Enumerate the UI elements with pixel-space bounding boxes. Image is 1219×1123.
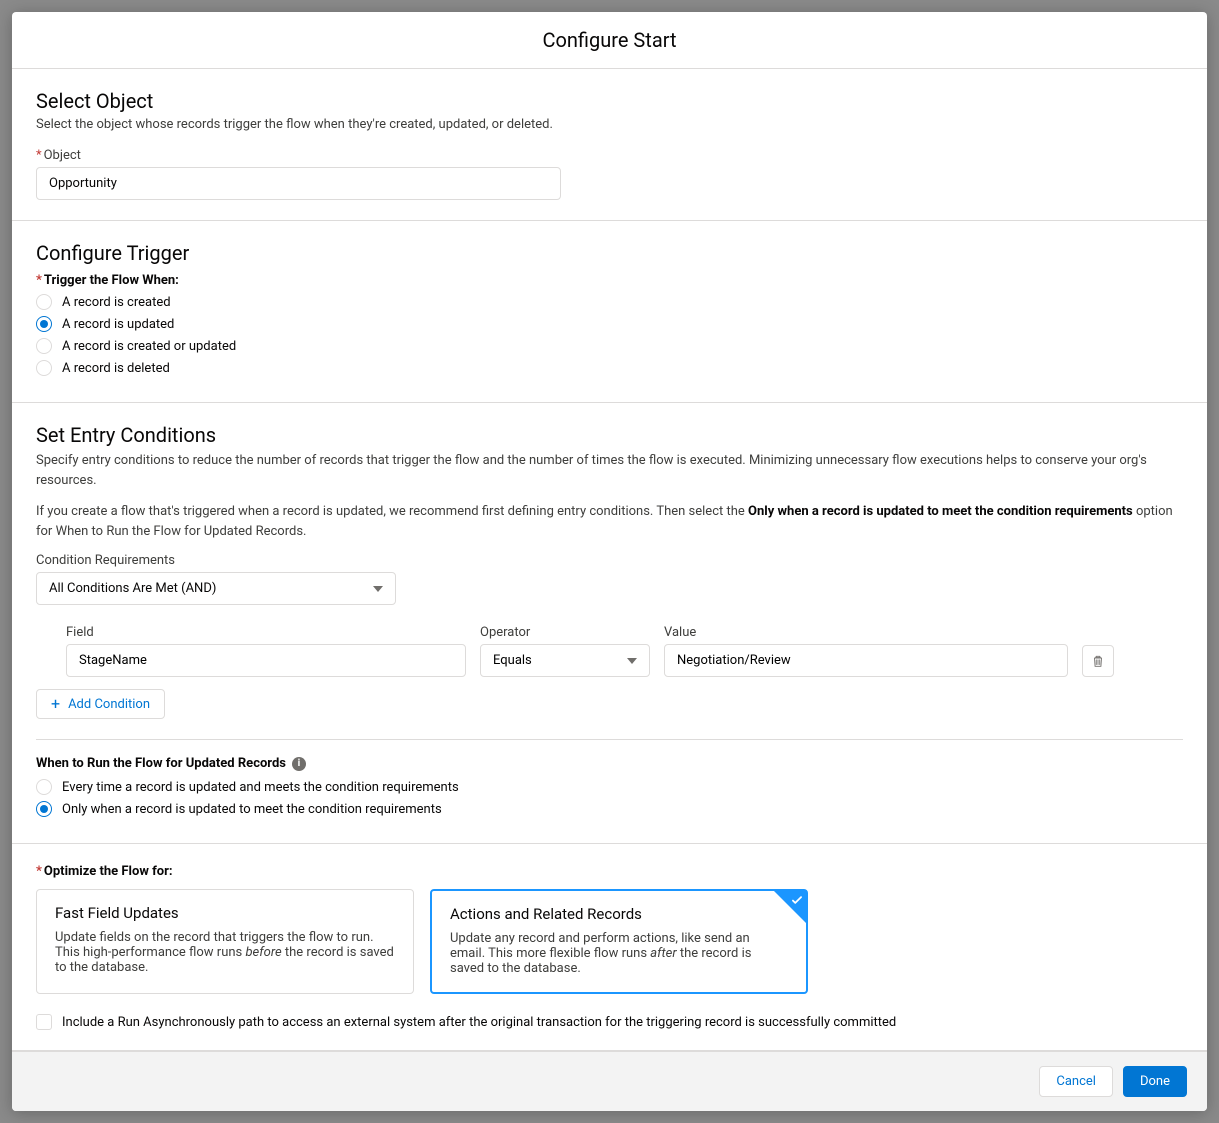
when-run-option-every-time[interactable]: Every time a record is updated and meets… — [36, 779, 1183, 795]
modal-footer: Cancel Done — [12, 1051, 1207, 1111]
optimize-cards: Fast Field Updates Update fields on the … — [36, 889, 1183, 994]
trigger-radio-group: A record is created A record is updated … — [36, 294, 1183, 376]
check-icon — [790, 893, 804, 907]
cancel-button[interactable]: Cancel — [1039, 1066, 1113, 1097]
object-label: *Object — [36, 148, 1183, 163]
trigger-radio-updated[interactable] — [36, 316, 52, 332]
divider — [36, 739, 1183, 740]
card-body: Update any record and perform actions, l… — [450, 931, 788, 976]
modal-header: Configure Start — [12, 12, 1207, 69]
when-run-option-only-when[interactable]: Only when a record is updated to meet th… — [36, 801, 1183, 817]
trigger-label: *Trigger the Flow When: — [36, 273, 1183, 288]
condition-field-input[interactable] — [66, 644, 466, 677]
entry-conditions-help1: Specify entry conditions to reduce the n… — [36, 451, 1183, 490]
condition-operator-select[interactable]: Equals — [480, 644, 650, 677]
configure-trigger-heading: Configure Trigger — [36, 241, 1183, 265]
add-condition-button[interactable]: + Add Condition — [36, 689, 165, 719]
condition-field-col: Field — [66, 625, 466, 677]
object-input[interactable] — [36, 167, 561, 200]
trigger-option-created[interactable]: A record is created — [36, 294, 1183, 310]
condition-value-input[interactable] — [664, 644, 1068, 677]
trash-icon — [1091, 654, 1105, 668]
run-async-checkbox-row[interactable]: Include a Run Asynchronously path to acc… — [36, 1014, 1183, 1030]
condition-value-col: Value — [664, 625, 1068, 677]
trigger-radio-created[interactable] — [36, 294, 52, 310]
condition-operator-col: Operator Equals — [480, 625, 650, 677]
trigger-radio-created-or-updated[interactable] — [36, 338, 52, 354]
trigger-option-deleted[interactable]: A record is deleted — [36, 360, 1183, 376]
trigger-option-created-or-updated[interactable]: A record is created or updated — [36, 338, 1183, 354]
optimize-card-actions-related-records[interactable]: Actions and Related Records Update any r… — [430, 889, 808, 994]
chevron-down-icon — [373, 586, 383, 592]
modal-title: Configure Start — [28, 28, 1191, 52]
optimize-section: *Optimize the Flow for: Fast Field Updat… — [12, 844, 1207, 1051]
when-run-radio-every-time[interactable] — [36, 779, 52, 795]
select-object-section: Select Object Select the object whose re… — [12, 69, 1207, 221]
delete-condition-button[interactable] — [1082, 645, 1114, 677]
entry-conditions-section: Set Entry Conditions Specify entry condi… — [12, 403, 1207, 844]
selected-corner — [774, 891, 806, 923]
select-object-help: Select the object whose records trigger … — [36, 117, 1183, 132]
condition-requirements-label: Condition Requirements — [36, 553, 1183, 568]
configure-trigger-section: Configure Trigger *Trigger the Flow When… — [12, 221, 1207, 403]
when-run-radio-only-when[interactable] — [36, 801, 52, 817]
optimize-label: *Optimize the Flow for: — [36, 864, 1183, 879]
when-run-radio-group: Every time a record is updated and meets… — [36, 779, 1183, 817]
info-icon[interactable]: i — [292, 757, 306, 771]
condition-row: Field Operator Equals Value — [66, 625, 1183, 677]
entry-conditions-heading: Set Entry Conditions — [36, 423, 1183, 447]
configure-start-modal: Configure Start Select Object Select the… — [12, 12, 1207, 1111]
entry-conditions-help2: If you create a flow that's triggered wh… — [36, 502, 1183, 541]
optimize-card-fast-field-updates[interactable]: Fast Field Updates Update fields on the … — [36, 889, 414, 994]
done-button[interactable]: Done — [1123, 1066, 1187, 1097]
run-async-checkbox[interactable] — [36, 1014, 52, 1030]
trigger-radio-deleted[interactable] — [36, 360, 52, 376]
chevron-down-icon — [627, 658, 637, 664]
trigger-option-updated[interactable]: A record is updated — [36, 316, 1183, 332]
condition-requirements-select[interactable]: All Conditions Are Met (AND) — [36, 572, 396, 605]
plus-icon: + — [51, 696, 60, 712]
card-body: Update fields on the record that trigger… — [55, 930, 395, 975]
select-object-heading: Select Object — [36, 89, 1183, 113]
when-run-title: When to Run the Flow for Updated Records… — [36, 756, 1183, 771]
